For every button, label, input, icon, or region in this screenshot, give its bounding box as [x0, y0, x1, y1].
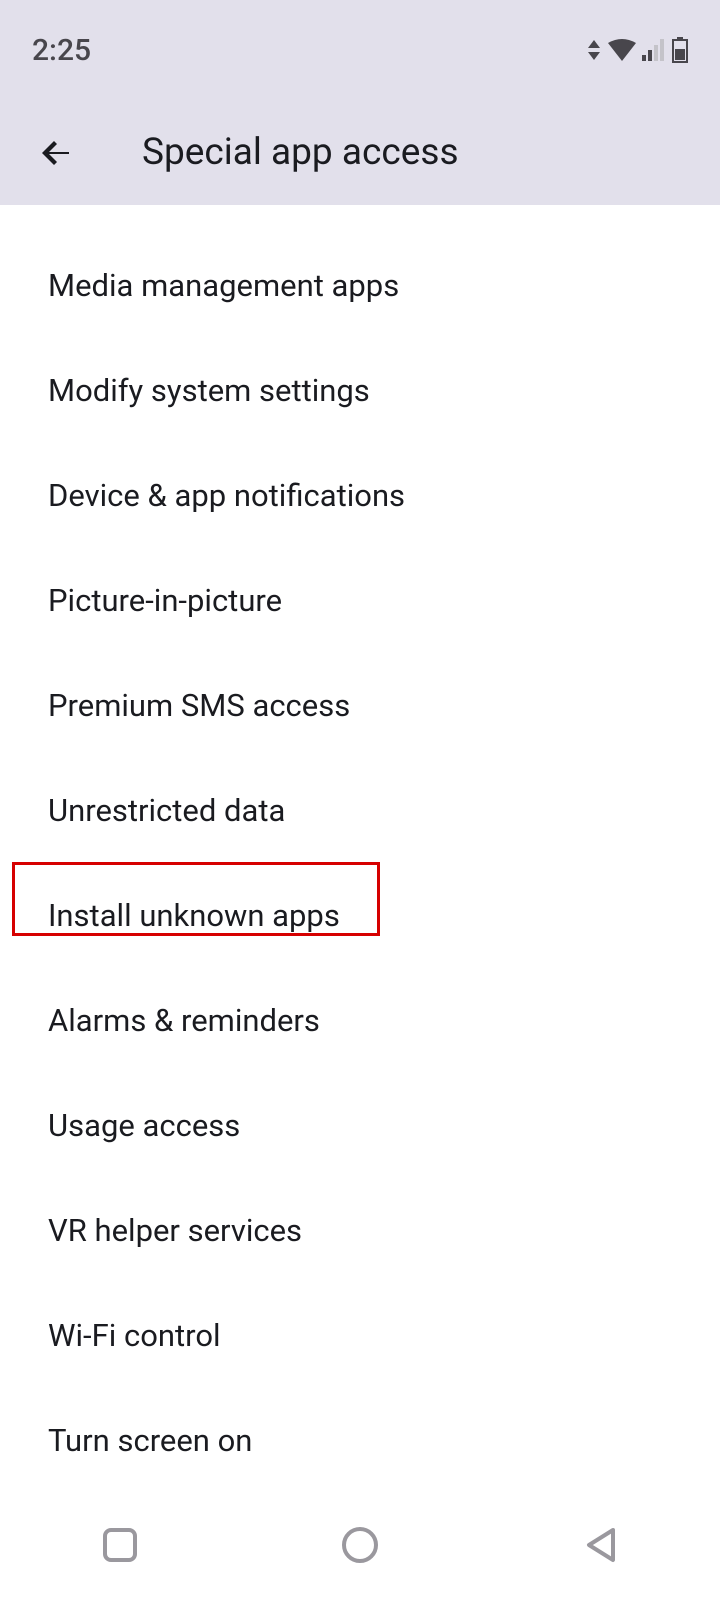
list-item-install-unknown-apps[interactable]: Install unknown apps [0, 863, 720, 968]
list-item-turn-screen-on[interactable]: Turn screen on [0, 1388, 720, 1493]
list-item-label: Unrestricted data [48, 792, 285, 829]
arrow-back-icon [39, 135, 75, 171]
list-item-label: Device & app notifications [48, 477, 405, 514]
list-item-label: Turn screen on [48, 1422, 252, 1459]
nav-back-button[interactable] [575, 1520, 625, 1570]
list-item-label: Wi-Fi control [48, 1317, 221, 1354]
list-item-label: VR helper services [48, 1212, 302, 1249]
list-item-label: Media management apps [48, 267, 399, 304]
list-item-label: Picture-in-picture [48, 582, 282, 619]
status-time: 2:25 [32, 33, 91, 68]
list-item-label: Modify system settings [48, 372, 370, 409]
app-bar: Special app access [0, 100, 720, 205]
list-item-modify-system-settings[interactable]: Modify system settings [0, 338, 720, 443]
list-item-unrestricted-data[interactable]: Unrestricted data [0, 758, 720, 863]
list-item-wifi-control[interactable]: Wi-Fi control [0, 1283, 720, 1388]
navigation-bar [0, 1490, 720, 1600]
nav-home-button[interactable] [335, 1520, 385, 1570]
list-item-picture-in-picture[interactable]: Picture-in-picture [0, 548, 720, 653]
status-icons [586, 37, 688, 63]
list-item-media-management[interactable]: Media management apps [0, 233, 720, 338]
list-item-vr-helper[interactable]: VR helper services [0, 1178, 720, 1283]
list-item-device-notifications[interactable]: Device & app notifications [0, 443, 720, 548]
nav-recent-button[interactable] [95, 1520, 145, 1570]
status-bar: 2:25 [0, 0, 720, 100]
circle-icon [341, 1526, 379, 1564]
list-item-label: Alarms & reminders [48, 1002, 320, 1039]
data-icon [586, 40, 602, 60]
square-icon [103, 1528, 137, 1562]
triangle-back-icon [583, 1526, 617, 1564]
list-item-premium-sms[interactable]: Premium SMS access [0, 653, 720, 758]
list-item-usage-access[interactable]: Usage access [0, 1073, 720, 1178]
settings-list: Media management apps Modify system sett… [0, 205, 720, 1493]
list-item-label: Premium SMS access [48, 687, 350, 724]
page-title: Special app access [142, 131, 459, 174]
wifi-icon [608, 39, 636, 61]
back-button[interactable] [32, 128, 82, 178]
list-item-label: Install unknown apps [48, 897, 340, 934]
list-item-label: Usage access [48, 1107, 240, 1144]
battery-icon [672, 37, 688, 63]
list-item-alarms-reminders[interactable]: Alarms & reminders [0, 968, 720, 1073]
signal-icon [642, 39, 666, 61]
